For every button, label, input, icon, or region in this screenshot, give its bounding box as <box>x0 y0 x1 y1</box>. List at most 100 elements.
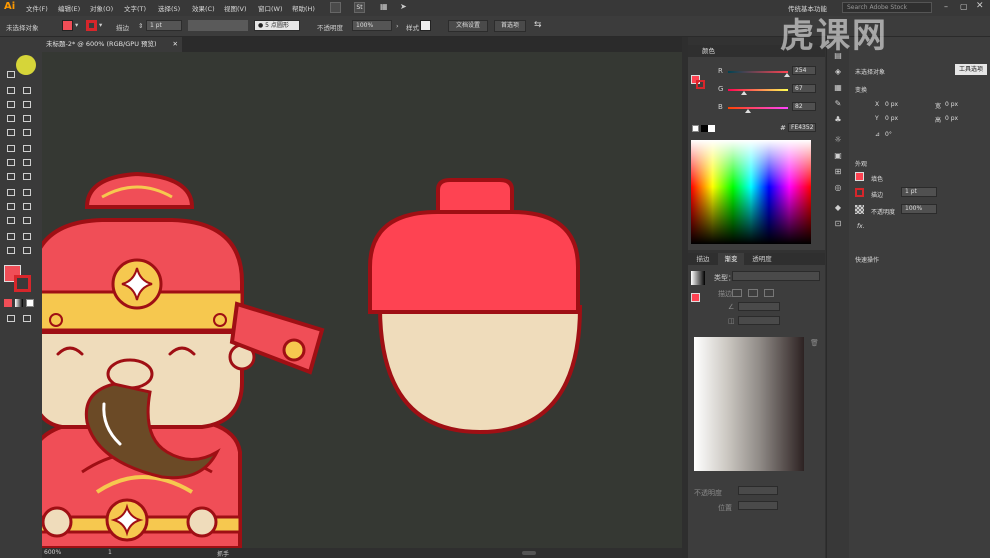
none-color-icon[interactable] <box>692 125 699 132</box>
stroke-dropdown-icon[interactable]: ▾ <box>99 21 102 29</box>
gradient-type-select[interactable] <box>732 271 820 281</box>
color-stroke-swatch[interactable] <box>696 80 705 89</box>
send-icon[interactable]: ➤ <box>400 2 410 12</box>
width-tool-icon[interactable] <box>4 157 18 168</box>
rotate-tool-icon[interactable] <box>4 143 18 154</box>
gradient-angle-input[interactable] <box>738 302 780 311</box>
artboard-tool-icon[interactable] <box>4 231 18 242</box>
stroke-width-input[interactable]: 1 pt <box>146 20 182 31</box>
perspective-grid-tool-icon[interactable] <box>20 171 34 182</box>
opacity-arrow-icon[interactable]: › <box>396 22 399 30</box>
menu-select[interactable]: 选择(S) <box>158 3 180 13</box>
draw-mode-icon[interactable] <box>4 313 18 324</box>
pen-tool-icon[interactable] <box>4 85 18 96</box>
w-value[interactable]: 0 px <box>945 101 958 108</box>
menu-file[interactable]: 文件(F) <box>26 3 48 13</box>
artboard-canvas[interactable] <box>42 52 682 548</box>
graphic-style-swatch[interactable] <box>420 20 431 31</box>
delete-stop-icon[interactable]: 🗑 <box>810 339 819 347</box>
libraries-icon[interactable]: ▦ <box>833 83 843 93</box>
line-tool-icon[interactable] <box>20 99 34 110</box>
fill-dropdown-icon[interactable]: ▾ <box>75 21 78 29</box>
x-value[interactable]: 0 px <box>885 101 898 108</box>
stroke-stepper-icon[interactable]: ⇕ <box>138 22 143 30</box>
document-tab[interactable]: 未标题-2* @ 600% (RGB/GPU 预览) ✕ <box>42 37 182 52</box>
appearance-stroke-swatch[interactable] <box>855 188 864 197</box>
gradient-fill-swatch[interactable] <box>691 293 700 302</box>
horizontal-scrollbar[interactable] <box>522 551 536 555</box>
b-slider-thumb[interactable] <box>745 109 751 113</box>
variable-width-profile[interactable] <box>188 20 248 31</box>
b-slider[interactable] <box>728 107 788 109</box>
hand-tool-icon[interactable] <box>4 245 18 256</box>
slice-tool-icon[interactable] <box>20 231 34 242</box>
tab-stroke[interactable]: 描边 <box>688 253 718 265</box>
menu-edit[interactable]: 编辑(E) <box>58 3 80 13</box>
scale-tool-icon[interactable] <box>20 143 34 154</box>
transform-icon[interactable]: ⊡ <box>833 219 843 229</box>
menu-window[interactable]: 窗口(W) <box>258 3 283 13</box>
fill-swatch[interactable] <box>62 20 73 31</box>
symbol-sprayer-tool-icon[interactable] <box>4 215 18 226</box>
angle-value[interactable]: 0° <box>885 131 892 138</box>
magic-wand-tool-icon[interactable] <box>4 69 18 80</box>
gradient-tool-icon[interactable] <box>20 187 34 198</box>
brush-definition[interactable]: ● 5 点圆形 <box>254 20 300 31</box>
gradient-slider-preview[interactable] <box>694 337 804 471</box>
column-graph-tool-icon[interactable] <box>20 215 34 226</box>
artboard-number[interactable]: 1 <box>108 549 112 556</box>
stroke-along-icon[interactable] <box>748 289 758 297</box>
asset-export-icon[interactable]: ⊞ <box>833 167 843 177</box>
document-options-button[interactable]: 工具选项 <box>955 64 987 75</box>
appearance-opacity-input[interactable]: 100% <box>901 204 937 214</box>
menu-help[interactable]: 帮助(H) <box>292 3 315 13</box>
stock-icon[interactable]: St <box>354 2 365 13</box>
g-slider-thumb[interactable] <box>741 91 747 95</box>
menu-view[interactable]: 视图(V) <box>224 3 247 13</box>
gradient-preview[interactable] <box>691 271 705 285</box>
layers-icon[interactable]: ◈ <box>833 67 843 77</box>
menu-object[interactable]: 对象(O) <box>90 3 113 13</box>
zoom-level[interactable]: 600% <box>44 549 61 556</box>
tab-transparency[interactable]: 透明度 <box>744 253 780 265</box>
bridge-icon[interactable] <box>330 2 341 13</box>
blend-tool-icon[interactable] <box>20 201 34 212</box>
menu-effect[interactable]: 效果(C) <box>192 3 215 13</box>
r-slider-thumb[interactable] <box>784 73 790 77</box>
mesh-tool-icon[interactable] <box>4 187 18 198</box>
opacity-input[interactable]: 100% <box>352 20 392 31</box>
preferences-button[interactable]: 首选项 <box>494 20 526 32</box>
fx-button[interactable]: fx. <box>857 223 865 230</box>
swatches-icon[interactable]: ▣ <box>833 151 843 161</box>
y-value[interactable]: 0 px <box>885 115 898 122</box>
arrange-icon[interactable]: ▦ <box>380 2 390 12</box>
appearance-stroke-width[interactable]: 1 pt <box>901 187 937 197</box>
none-mode-icon[interactable] <box>26 299 34 307</box>
color-spectrum[interactable] <box>691 140 811 244</box>
menu-type[interactable]: 文字(T) <box>124 3 146 13</box>
sun-icon[interactable]: ☼ <box>833 135 843 145</box>
b-value-input[interactable]: 82 <box>792 102 816 111</box>
stroke-color-swatch[interactable] <box>14 275 31 292</box>
document-setup-button[interactable]: 文档设置 <box>448 20 488 32</box>
type-tool-icon[interactable] <box>4 99 18 110</box>
stroke-swatch[interactable] <box>86 20 97 31</box>
brushes-icon[interactable]: ✎ <box>833 99 843 109</box>
r-slider[interactable] <box>728 71 788 73</box>
free-transform-tool-icon[interactable] <box>20 157 34 168</box>
white-color-icon[interactable] <box>708 125 715 132</box>
color-mode-icon[interactable] <box>4 299 12 307</box>
symbols-icon[interactable]: ♣ <box>833 115 843 125</box>
artboards-icon[interactable]: ◎ <box>833 183 843 193</box>
paintbrush-tool-icon[interactable] <box>20 113 34 124</box>
hex-input[interactable]: FE4352 <box>788 123 816 132</box>
g-value-input[interactable]: 67 <box>792 84 816 93</box>
close-tab-icon[interactable]: ✕ <box>173 37 178 52</box>
gradient-mode-icon[interactable] <box>15 299 23 307</box>
screen-mode-icon[interactable] <box>20 313 34 324</box>
arrange-documents-icon[interactable]: ⇆ <box>534 20 542 30</box>
gradient-opacity-input[interactable] <box>738 486 778 495</box>
gradient-aspect-input[interactable] <box>738 316 780 325</box>
curvature-tool-icon[interactable] <box>20 85 34 96</box>
gradient-location-input[interactable] <box>738 501 778 510</box>
